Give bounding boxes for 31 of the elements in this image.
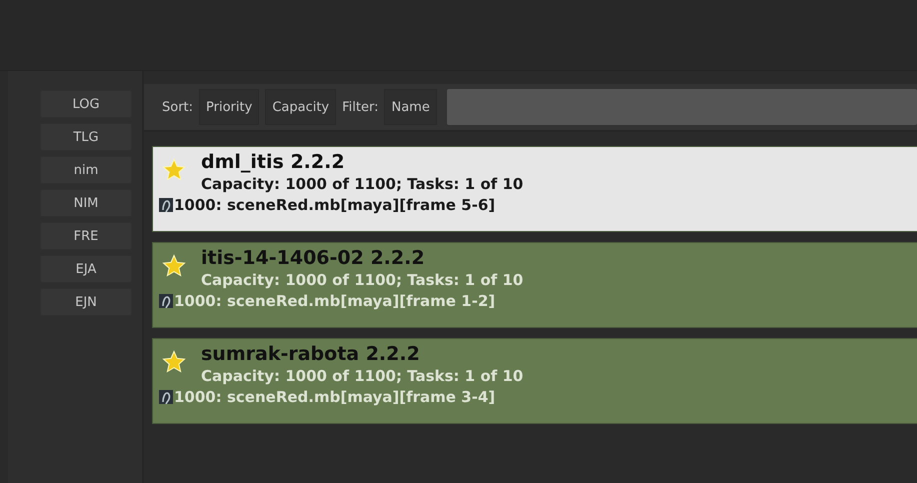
job-title: itis-14-1406-02 2.2.2 [201,246,426,270]
star-icon [162,350,186,374]
sidebar-button[interactable]: EJN [40,288,132,316]
sidebar-button[interactable]: nim [40,156,132,184]
sidebar-button[interactable]: EJA [40,255,132,283]
app-icon [159,294,173,308]
capacity-text: Capacity: 1000 of 1100; Tasks: 1 of 10 [201,174,524,195]
sort-button[interactable]: Capacity [265,89,336,125]
sort-label: Sort: [162,100,194,114]
sort-button[interactable]: Priority [199,89,260,125]
task-text: 1000: sceneRed.mb[maya][frame 3-4] [174,387,496,407]
task-text: 1000: sceneRed.mb[maya][frame 5-6] [174,195,496,215]
job-card[interactable]: dml_itis 2.2.2 Capacity: 1000 of 1100; Tasks: 1 of 10 1000: sceneRed.mb[maya][frame 5-6] [152,146,917,232]
sidebar-button[interactable]: NIM [40,189,132,217]
filter-button[interactable]: Name [384,89,437,125]
job-title: sumrak-rabota 2.2.2 [201,342,421,366]
sidebar-button[interactable]: TLG [40,123,132,151]
app-icon [159,390,173,404]
filter-label: Filter: [342,100,378,114]
job-title: dml_itis 2.2.2 [201,150,346,174]
star-icon [162,158,186,182]
task-text: 1000: sceneRed.mb[maya][frame 1-2] [174,291,496,311]
sidebar-button[interactable]: LOG [40,90,132,118]
star-icon [162,254,186,278]
app-icon [159,198,173,212]
job-card[interactable]: itis-14-1406-02 2.2.2 Capacity: 1000 of 1100; Tasks: 1 of 10 1000: sceneRed.mb[maya][frame 1-2] [152,242,917,328]
capacity-text: Capacity: 1000 of 1100; Tasks: 1 of 10 [201,366,524,387]
sidebar-button[interactable]: FRE [40,222,132,250]
filter-field[interactable] [446,89,917,125]
job-card[interactable]: sumrak-rabota 2.2.2 Capacity: 1000 of 1100; Tasks: 1 of 10 1000: sceneRed.mb[maya][frame 3-4] [152,338,917,424]
capacity-text: Capacity: 1000 of 1100; Tasks: 1 of 10 [201,270,524,291]
